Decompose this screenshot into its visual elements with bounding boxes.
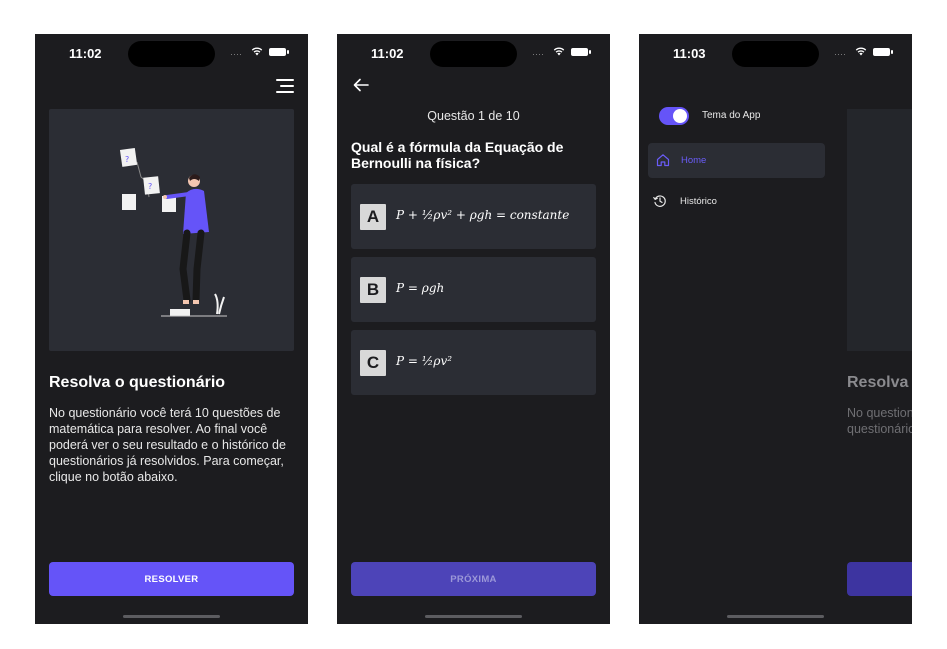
question-counter: Questão 1 de 10 [427,109,520,123]
drawer-item-history[interactable]: Histórico [653,192,823,212]
dimmed-text: No question matemática poderá ver o ques… [847,406,912,436]
person-with-notes-illustration: ? ? [119,147,227,317]
status-time: 11:02 [371,46,404,61]
dimmed-illustration-card [847,109,912,351]
option-formula: P = ½ρv² [396,354,452,368]
answer-option-c[interactable]: C P = ½ρv² [351,330,596,395]
signal-icon: ···· [230,49,242,59]
formula-text: P = ½ρv² [396,354,453,368]
status-bar: 11:03 ···· [639,34,912,74]
signal-icon: ···· [532,49,544,59]
screen-home: 11:02 ···· ? ? Resolva o questionário No… [35,34,308,624]
wifi-icon [553,47,565,56]
intro-text: No questionário você terá 10 questões de… [49,406,286,484]
formula-text: P = ρgh [396,281,445,295]
svg-text:?: ? [148,182,152,191]
answer-option-a[interactable]: A P + ½ρv² + ρgh = constante [351,184,596,249]
arrow-left-icon[interactable] [353,78,369,92]
resolve-button[interactable]: RESOLVER [49,562,294,596]
wifi-icon [251,47,263,56]
drawer-item-label: Home [681,155,707,166]
home-icon [656,154,670,167]
dimmed-title: Resolva [847,374,909,391]
question-text: Qual é a fórmula da Equação de Bernoulli… [351,139,564,171]
battery-icon [873,48,893,56]
theme-toggle[interactable] [659,107,689,125]
page-title: Resolva o questionário [49,374,226,391]
dynamic-island [732,41,819,67]
svg-text:?: ? [125,155,129,164]
status-time: 11:02 [69,46,102,61]
theme-toggle-label: Tema do App [702,110,761,121]
option-formula: P = ρgh [396,281,444,295]
screen-drawer: Resolva No question matemática poderá ve… [639,34,912,624]
drawer-item-home[interactable]: Home [648,143,825,178]
battery-icon [571,48,591,56]
formula-text: P + ½ρv² + ρgh = constante [396,208,570,222]
option-formula: P + ½ρv² + ρgh = constante [396,208,569,222]
option-letter: B [360,277,386,303]
home-indicator[interactable] [727,615,824,618]
status-time: 11:03 [673,46,706,61]
screen-quiz: 11:02 ···· Questão 1 de 10 Qual é a fórm… [337,34,610,624]
home-indicator[interactable] [123,615,220,618]
battery-icon [269,48,289,56]
dynamic-island [128,41,215,67]
option-letter: C [360,350,386,376]
answer-option-b[interactable]: B P = ρgh [351,257,596,322]
status-bar: 11:02 ···· [35,34,308,74]
next-button[interactable]: PRÓXIMA [351,562,596,596]
drawer-item-label: Histórico [680,196,717,207]
navigation-drawer: Tema do App Home Histórico [639,34,834,624]
illustration-card: ? ? [49,109,294,351]
dimmed-button [847,562,912,596]
hamburger-menu-icon[interactable] [276,79,294,93]
signal-icon: ···· [834,49,846,59]
dimmed-content[interactable]: Resolva No question matemática poderá ve… [834,34,912,624]
wifi-icon [855,47,867,56]
dynamic-island [430,41,517,67]
status-bar: 11:02 ···· [337,34,610,74]
home-indicator[interactable] [425,615,522,618]
option-letter: A [360,204,386,230]
history-icon [653,195,666,207]
